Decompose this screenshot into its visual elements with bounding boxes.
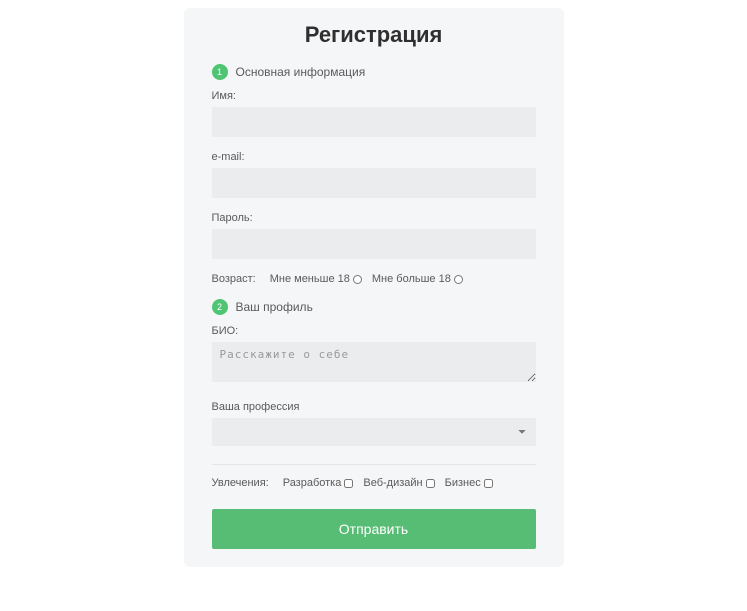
section-header-basic: 1 Основная информация <box>212 64 536 80</box>
section-title-basic: Основная информация <box>236 65 366 79</box>
age-over-radio[interactable] <box>454 275 463 284</box>
submit-button[interactable]: Отправить <box>212 509 536 549</box>
age-row: Возраст: Мне меньше 18 Мне больше 18 <box>212 273 536 285</box>
name-label: Имя: <box>212 90 536 102</box>
hobby-design-checkbox[interactable] <box>426 479 435 488</box>
hobby-dev-label: Разработка <box>283 477 342 489</box>
section-title-profile: Ваш профиль <box>236 300 313 314</box>
name-input[interactable] <box>212 107 536 137</box>
profession-label: Ваша профессия <box>212 401 536 413</box>
age-label: Возраст: <box>212 273 256 285</box>
hobby-business-label: Бизнес <box>445 477 481 489</box>
hobbies-label: Увлечения: <box>212 477 269 489</box>
email-input[interactable] <box>212 168 536 198</box>
hobbies-row: Увлечения: Разработка Веб-дизайн Бизнес <box>212 477 536 489</box>
step-badge-1: 1 <box>212 64 228 80</box>
age-under-label: Мне меньше 18 <box>270 273 350 285</box>
password-input[interactable] <box>212 229 536 259</box>
separator <box>212 464 536 465</box>
hobby-design-label: Веб-дизайн <box>363 477 422 489</box>
hobby-dev-checkbox[interactable] <box>344 479 353 488</box>
page-title: Регистрация <box>212 22 536 48</box>
bio-textarea[interactable] <box>212 342 536 382</box>
registration-form: Регистрация 1 Основная информация Имя: e… <box>184 8 564 567</box>
section-header-profile: 2 Ваш профиль <box>212 299 536 315</box>
hobby-business-checkbox[interactable] <box>484 479 493 488</box>
email-label: e-mail: <box>212 151 536 163</box>
age-under-radio[interactable] <box>353 275 362 284</box>
password-label: Пароль: <box>212 212 536 224</box>
bio-label: БИО: <box>212 325 536 337</box>
profession-select[interactable] <box>212 418 536 446</box>
step-badge-2: 2 <box>212 299 228 315</box>
age-over-label: Мне больше 18 <box>372 273 451 285</box>
